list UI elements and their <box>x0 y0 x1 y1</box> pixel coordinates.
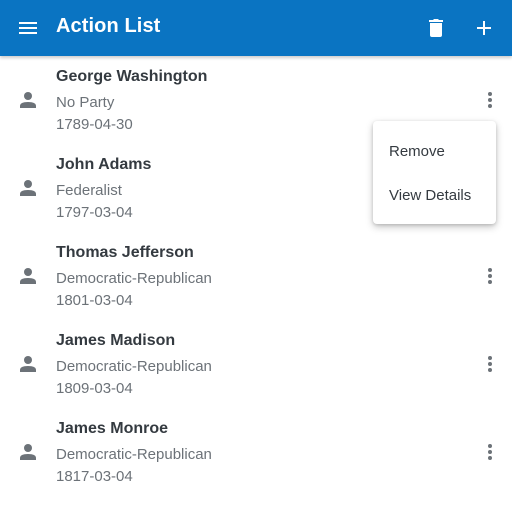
more-options-button[interactable] <box>478 88 502 112</box>
item-name: George Washington <box>56 68 208 85</box>
more-options-button[interactable] <box>478 264 502 288</box>
more-vert-icon <box>488 356 492 372</box>
list-item[interactable]: Thomas Jefferson Democratic-Republican 1… <box>0 232 512 320</box>
context-menu: Remove View Details <box>373 121 496 224</box>
more-options-button[interactable] <box>478 440 502 464</box>
item-party: No Party <box>56 94 115 111</box>
app-bar: Action List <box>0 0 512 56</box>
item-party: Democratic-Republican <box>56 358 212 375</box>
more-vert-icon <box>488 268 492 284</box>
item-name: James Madison <box>56 332 176 349</box>
item-date: 1789-04-30 <box>56 116 133 133</box>
app-title: Action List <box>56 15 161 37</box>
item-date: 1809-03-04 <box>56 380 133 397</box>
person-icon <box>20 356 36 372</box>
item-date: 1817-03-04 <box>56 468 133 485</box>
menu-item-remove[interactable]: Remove <box>373 129 496 173</box>
more-vert-icon <box>488 444 492 460</box>
more-options-button[interactable] <box>478 352 502 376</box>
plus-icon <box>477 21 491 35</box>
item-date: 1801-03-04 <box>56 292 133 309</box>
person-icon <box>20 444 36 460</box>
item-name: Thomas Jefferson <box>56 244 194 261</box>
list-item[interactable]: James Monroe Democratic-Republican 1817-… <box>0 408 512 496</box>
more-vert-icon <box>488 92 492 108</box>
item-party: Democratic-Republican <box>56 446 212 463</box>
trash-icon <box>429 19 443 37</box>
menu-item-view-details[interactable]: View Details <box>373 173 496 217</box>
item-name: John Adams <box>56 156 152 173</box>
hamburger-menu-icon <box>19 22 37 34</box>
item-name: James Monroe <box>56 420 169 437</box>
person-icon <box>20 180 36 196</box>
person-icon <box>20 92 36 108</box>
delete-button[interactable] <box>424 16 448 40</box>
menu-button[interactable] <box>16 16 40 40</box>
item-party: Democratic-Republican <box>56 270 212 287</box>
item-date: 1797-03-04 <box>56 204 133 221</box>
add-button[interactable] <box>472 16 496 40</box>
person-icon <box>20 268 36 284</box>
list-item[interactable]: James Madison Democratic-Republican 1809… <box>0 320 512 408</box>
item-party: Federalist <box>56 182 122 199</box>
app-window: Action List George Washington No Party 1… <box>0 0 512 512</box>
